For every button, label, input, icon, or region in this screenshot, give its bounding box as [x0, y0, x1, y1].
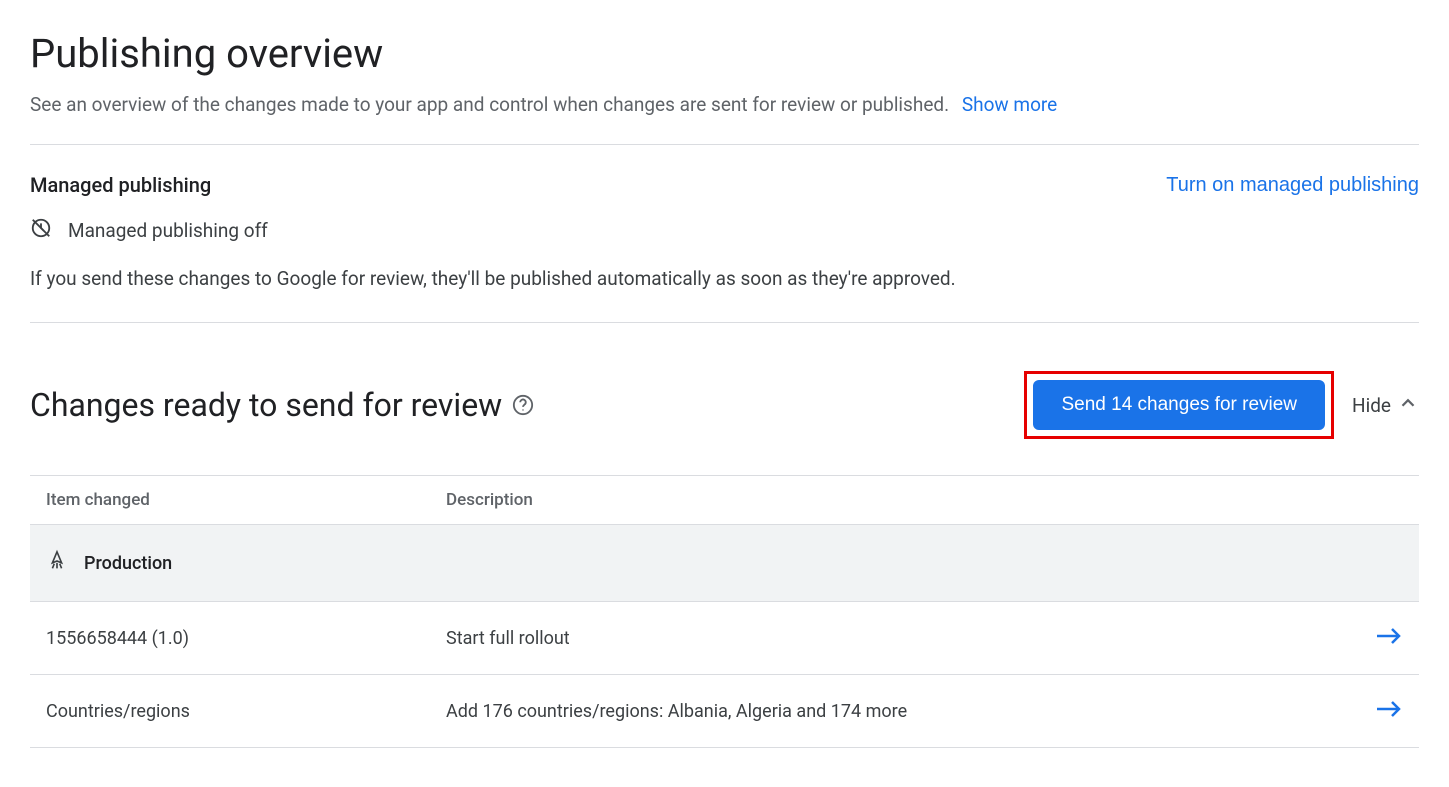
changes-header-row: Changes ready to send for review Send 14…	[30, 371, 1419, 439]
arrow-right-icon[interactable]	[1375, 699, 1403, 723]
page-subtitle-text: See an overview of the changes made to y…	[30, 93, 949, 116]
divider	[30, 322, 1419, 323]
row-description: Add 176 countries/regions: Albania, Alge…	[446, 701, 1343, 722]
column-description: Description	[446, 490, 1343, 510]
changes-actions: Send 14 changes for review Hide	[1024, 371, 1419, 439]
managed-publishing-description: If you send these changes to Google for …	[30, 267, 1419, 290]
changes-table: Item changed Description Production 1556…	[30, 475, 1419, 748]
arrow-right-icon[interactable]	[1375, 626, 1403, 650]
managed-publishing-title: Managed publishing	[30, 173, 211, 197]
help-icon[interactable]	[512, 394, 534, 416]
managed-publishing-status-row: Managed publishing off	[30, 217, 1419, 243]
show-more-link[interactable]: Show more	[962, 93, 1057, 116]
send-changes-button[interactable]: Send 14 changes for review	[1033, 380, 1325, 430]
chevron-up-icon	[1397, 392, 1419, 419]
hide-toggle[interactable]: Hide	[1352, 392, 1419, 419]
hide-label: Hide	[1352, 394, 1391, 417]
managed-publishing-status-text: Managed publishing off	[68, 219, 268, 242]
page-title: Publishing overview	[30, 30, 1419, 77]
table-row[interactable]: 1556658444 (1.0) Start full rollout	[30, 602, 1419, 675]
table-header: Item changed Description	[30, 476, 1419, 524]
page-subtitle-row: See an overview of the changes made to y…	[30, 93, 1419, 116]
changes-title-wrap: Changes ready to send for review	[30, 386, 534, 424]
table-row[interactable]: Countries/regions Add 176 countries/regi…	[30, 675, 1419, 748]
group-row-production: Production	[30, 524, 1419, 602]
column-item-changed: Item changed	[46, 490, 446, 510]
send-button-highlight: Send 14 changes for review	[1024, 371, 1334, 439]
changes-title: Changes ready to send for review	[30, 386, 502, 424]
row-item: 1556658444 (1.0)	[46, 628, 446, 649]
row-item: Countries/regions	[46, 701, 446, 722]
publishing-off-icon	[30, 217, 52, 243]
managed-publishing-header: Managed publishing Turn on managed publi…	[30, 173, 1419, 197]
turn-on-managed-publishing-button[interactable]: Turn on managed publishing	[1166, 174, 1419, 197]
row-description: Start full rollout	[446, 628, 1343, 649]
group-label: Production	[84, 553, 172, 574]
divider	[30, 144, 1419, 145]
rocket-icon	[46, 549, 68, 577]
